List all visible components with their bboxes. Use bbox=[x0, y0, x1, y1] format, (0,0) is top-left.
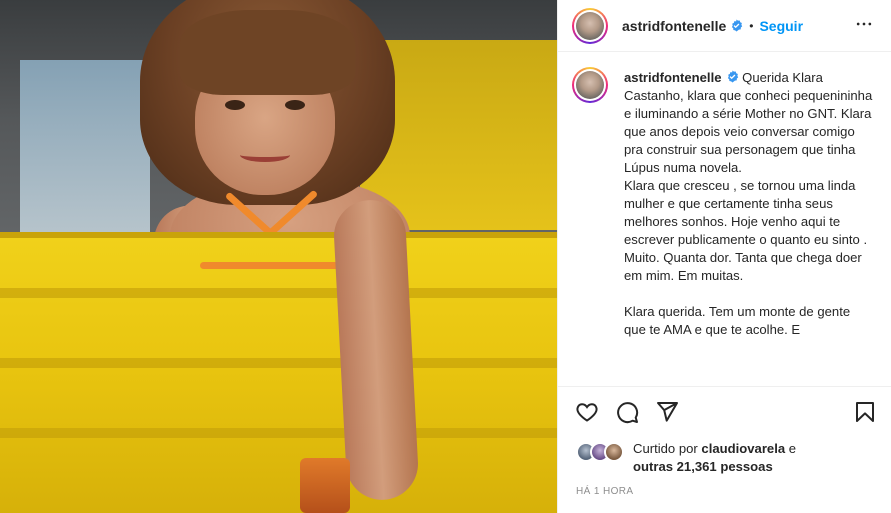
heart-icon[interactable] bbox=[574, 399, 600, 425]
caption-username[interactable]: astridfontenelle bbox=[624, 70, 722, 85]
likes-prefix: Curtido por bbox=[633, 441, 698, 456]
avatar[interactable] bbox=[572, 7, 608, 44]
post-timestamp[interactable]: HÁ 1 HORA bbox=[576, 486, 634, 497]
slide-rib bbox=[0, 358, 557, 368]
photo-toy bbox=[300, 458, 350, 513]
caption-avatar[interactable] bbox=[572, 67, 608, 103]
post-side-panel: astridfontenelle • Seguir astridfontenel… bbox=[557, 0, 891, 513]
bookmark-icon[interactable] bbox=[852, 399, 878, 425]
share-icon[interactable] bbox=[654, 399, 680, 425]
likes-user-link[interactable]: claudiovarela bbox=[701, 441, 785, 456]
caption-text: Querida Klara Castanho, klara que conhec… bbox=[624, 70, 873, 337]
post-header: astridfontenelle • Seguir bbox=[558, 0, 891, 52]
slide-rib bbox=[0, 288, 557, 298]
likes-and: e bbox=[788, 441, 797, 456]
avatar[interactable] bbox=[604, 442, 624, 462]
avatar-frame bbox=[574, 9, 606, 42]
more-options-icon[interactable] bbox=[854, 14, 874, 34]
header-username[interactable]: astridfontenelle bbox=[622, 18, 726, 34]
header-separator: • bbox=[749, 18, 754, 33]
comment-icon[interactable] bbox=[614, 399, 640, 425]
photo-bangs bbox=[180, 10, 355, 95]
likes-text: Curtido por claudiovarela e outras 21,361… bbox=[633, 440, 878, 476]
verified-badge-icon bbox=[726, 70, 739, 83]
caption-avatar-frame bbox=[574, 69, 606, 101]
slide-rib bbox=[0, 428, 557, 438]
likes-others-link[interactable]: outras 21,361 pessoas bbox=[633, 459, 773, 474]
liker-avatars bbox=[576, 442, 626, 462]
photo-window bbox=[20, 60, 150, 240]
section-divider bbox=[558, 386, 891, 387]
post-photo[interactable] bbox=[0, 0, 557, 513]
caption-area: astridfontenelle Querida Klara Castanho,… bbox=[558, 53, 891, 385]
photo-yellow-slide bbox=[0, 232, 557, 513]
follow-button[interactable]: Seguir bbox=[759, 18, 803, 34]
action-bar bbox=[572, 399, 878, 425]
photo-mouth bbox=[240, 148, 290, 162]
likes-summary: Curtido por claudiovarela e outras 21,361… bbox=[576, 440, 876, 480]
caption-avatar-image bbox=[576, 71, 604, 99]
photo-eye-right bbox=[285, 100, 305, 110]
photo-eye-left bbox=[225, 100, 245, 110]
avatar-image bbox=[576, 11, 604, 40]
verified-badge-icon bbox=[730, 19, 743, 32]
post-caption: astridfontenelle Querida Klara Castanho,… bbox=[624, 69, 874, 339]
